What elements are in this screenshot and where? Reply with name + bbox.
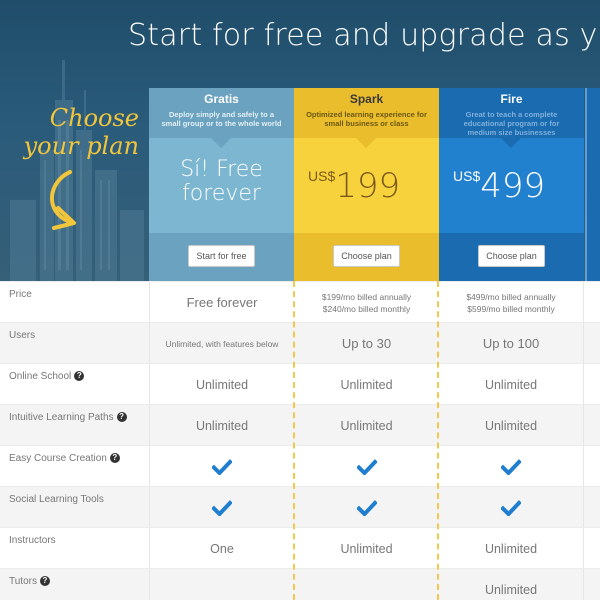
table-cell: [149, 569, 294, 600]
feature-label-text: Intuitive Learning Paths: [9, 412, 114, 423]
table-row: Easy Course Creation?: [0, 445, 600, 487]
table-row: Tutors? Unlimited: [0, 568, 600, 600]
help-icon[interactable]: ?: [39, 576, 50, 586]
table-cell: Unlimited, with features below: [149, 323, 294, 364]
table-cell: Free forever: [149, 282, 294, 323]
check-icon: [149, 487, 294, 528]
table-cell: Unlimited: [439, 364, 584, 405]
next-plan-column-edge: [585, 88, 600, 281]
table-row: Online School? Unlimited Unlimited Unlimite…: [0, 363, 600, 405]
feature-label: Tutors?: [9, 575, 139, 588]
table-cell: $199/mo billed annually $240/mo billed m…: [321, 291, 412, 314]
check-icon: [294, 446, 439, 487]
choose-plan-fire-button[interactable]: Choose plan: [478, 245, 545, 267]
feature-label: Instructors: [9, 534, 139, 547]
help-icon[interactable]: ?: [74, 371, 85, 381]
feature-label: Online School?: [9, 370, 139, 383]
check-icon: [439, 446, 584, 487]
plan-description-gratis: Deploy simply and safely to a small grou…: [161, 110, 282, 128]
table-row: Instructors One Unlimited Unlimited: [0, 527, 600, 569]
table-cell: Unlimited: [149, 364, 294, 405]
feature-label-text: Instructors: [9, 535, 56, 546]
table-cell: Up to 30: [341, 336, 392, 351]
page-headline: Start for free and upgrade as you go: [128, 18, 600, 53]
table-cell: Unlimited: [340, 541, 393, 556]
price-currency: US$: [453, 168, 481, 184]
plan-price-gratis: Sí! Free forever: [180, 157, 263, 206]
table-row: Social Learning Tools: [0, 486, 600, 528]
plan-description-fire: Great to teach a complete educational pr…: [463, 110, 560, 137]
start-for-free-button[interactable]: Start for free: [188, 245, 255, 267]
table-row: Price Free forever $199/mo billed annually…: [0, 281, 600, 323]
check-icon: [294, 487, 439, 528]
plan-price-fire: US$499: [453, 166, 545, 206]
table-cell: Unlimited: [149, 405, 294, 446]
feature-label-text: Price: [9, 289, 32, 300]
plan-description-spark: Optimized learning experience for small …: [306, 110, 427, 128]
choose-plan-label: Choose your plan: [23, 104, 139, 160]
help-icon[interactable]: ?: [109, 453, 120, 463]
table-cell: Up to 100: [439, 323, 584, 364]
table-cell: Unlimited: [439, 528, 584, 569]
plan-name-gratis: Gratis: [204, 92, 239, 106]
plan-column-spark: Spark Optimized learning experience for …: [294, 88, 439, 281]
table-cell: Unlimited: [340, 418, 393, 433]
table-cell: Unlimited: [340, 377, 393, 392]
plan-column-gratis: Gratis Deploy simply and safely to a sma…: [149, 88, 294, 281]
price-currency: US$: [308, 168, 336, 184]
feature-label: Social Learning Tools: [9, 493, 139, 506]
feature-label-text: Social Learning Tools: [9, 494, 104, 505]
feature-label-text: Online School: [9, 371, 72, 382]
feature-label-text: Tutors: [9, 576, 37, 587]
feature-label: Price: [9, 288, 139, 301]
feature-label: Easy Course Creation?: [9, 452, 139, 465]
table-row: Users Unlimited, with features below Up to…: [0, 322, 600, 364]
price-amount: 499: [480, 166, 546, 206]
plan-column-fire: Fire Great to teach a complete education…: [439, 88, 584, 281]
hero-banner: Start for free and upgrade as you go Cho…: [0, 0, 600, 281]
check-icon: [439, 487, 584, 528]
feature-label: Intuitive Learning Paths?: [9, 411, 139, 424]
table-cell: [294, 569, 439, 600]
feature-label-text: Easy Course Creation: [9, 453, 107, 464]
spark-column-border-right: [437, 281, 439, 600]
table-cell: $499/mo billed annually $599/mo billed m…: [439, 282, 584, 323]
table-cell: One: [149, 528, 294, 569]
check-icon: [149, 446, 294, 487]
spark-column-border-left: [293, 281, 295, 600]
table-cell: Unlimited: [439, 405, 584, 446]
feature-comparison-table: Price Free forever $199/mo billed annually…: [0, 281, 600, 600]
plan-name-spark: Spark: [349, 92, 384, 106]
plan-name-fire: Fire: [500, 92, 523, 106]
feature-label: Users: [9, 329, 139, 342]
curved-arrow-icon: [50, 170, 76, 230]
table-cell: Unlimited: [439, 569, 584, 600]
table-row: Intuitive Learning Paths? Unlimited Unlimi…: [0, 404, 600, 446]
help-icon[interactable]: ?: [116, 412, 127, 422]
plan-price-spark: US$199: [308, 166, 400, 206]
choose-plan-spark-button[interactable]: Choose plan: [333, 245, 400, 267]
feature-label-text: Users: [9, 330, 36, 341]
price-amount: 199: [335, 166, 401, 206]
